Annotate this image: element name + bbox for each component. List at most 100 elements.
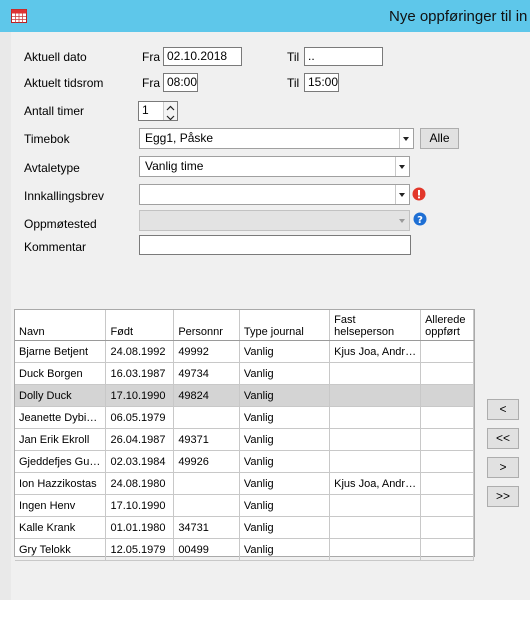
personnr-cell: 49371 (173, 428, 240, 451)
column-header-navn[interactable]: Navn (15, 310, 107, 341)
help-icon[interactable]: ? (413, 212, 427, 226)
table-row[interactable]: Gry Telokk 12.05.1979 00499 Vanlig (15, 538, 474, 561)
remove-one-button[interactable]: < (487, 399, 519, 420)
innkallingsbrev-label: Innkallingsbrev (24, 189, 105, 203)
table-header-row: Navn Født Personnr Type journal Fast hel… (15, 310, 474, 341)
table-row[interactable]: Gjeddefjes Gu… 02.03.1984 49926 Vanlig (15, 450, 474, 473)
tid-fra-input[interactable]: 08:00 (163, 73, 198, 92)
patient-table: Navn Født Personnr Type journal Fast hel… (15, 310, 474, 561)
aktuelt-tidsrom-label: Aktuelt tidsrom (24, 76, 104, 90)
fast-helseperson-cell (329, 428, 422, 451)
fast-helseperson-cell (329, 494, 422, 517)
navn-cell: Duck Borgen (15, 362, 107, 385)
alle-button[interactable]: Alle (420, 128, 459, 149)
warning-icon (412, 187, 426, 201)
calendar-icon (11, 9, 27, 23)
personnr-cell: 49992 (173, 340, 240, 363)
allerede-oppfort-cell (420, 406, 474, 429)
dato-til-input[interactable]: .. (304, 47, 383, 66)
personnr-cell: 49926 (173, 450, 240, 473)
allerede-oppfort-cell (420, 472, 474, 495)
table-row[interactable]: Bjarne Betjent 24.08.1992 49992 Vanlig Kjus … (15, 340, 474, 363)
tidsrom-til-label: Til (287, 76, 300, 90)
personnr-cell (173, 472, 240, 495)
table-row[interactable]: Jan Erik Ekroll 26.04.1987 49371 Vanlig (15, 428, 474, 451)
fodt-cell: 24.08.1980 (105, 472, 175, 495)
allerede-oppfort-cell (420, 384, 474, 407)
remove-all-button[interactable]: << (487, 428, 519, 449)
fast-helseperson-cell: Kjus Joa, Andr… (329, 340, 422, 363)
svg-text:?: ? (417, 215, 423, 226)
personnr-cell: 34731 (173, 516, 240, 539)
column-header-fodt[interactable]: Født (105, 310, 175, 341)
kommentar-label: Kommentar (24, 240, 87, 254)
table-row[interactable]: Duck Borgen 16.03.1987 49734 Vanlig (15, 362, 474, 385)
dropdown-arrow-icon (395, 211, 409, 230)
navn-cell: Bjarne Betjent (15, 340, 107, 363)
type-journal-cell: Vanlig (239, 340, 331, 363)
dato-til-label: Til (287, 50, 300, 64)
column-header-fast-helseperson[interactable]: Fast helseperson (329, 310, 422, 341)
timebok-label: Timebok (24, 132, 70, 146)
personnr-cell (173, 406, 240, 429)
fodt-cell: 02.03.1984 (105, 450, 175, 473)
allerede-oppfort-cell (420, 516, 474, 539)
fodt-cell: 26.04.1987 (105, 428, 175, 451)
personnr-cell: 00499 (173, 538, 240, 561)
navn-cell: Ion Hazzikostas (15, 472, 107, 495)
table-row[interactable]: Jeanette Dybi… 06.05.1979 Vanlig (15, 406, 474, 429)
patient-grid: Navn Født Personnr Type journal Fast hel… (14, 309, 475, 561)
title-bar: Nye oppføringer til in (0, 0, 530, 32)
navn-cell: Jeanette Dybi… (15, 406, 107, 429)
avtaletype-select[interactable]: Vanlig time (139, 156, 410, 177)
table-row[interactable]: Dolly Duck 17.10.1990 49824 Vanlig (15, 384, 474, 407)
navn-cell: Gjeddefjes Gu… (15, 450, 107, 473)
table-row[interactable]: Ion Hazzikostas 24.08.1980 Vanlig Kjus Joa,… (15, 472, 474, 495)
column-header-personnr[interactable]: Personnr (173, 310, 240, 341)
innkallingsbrev-select[interactable] (139, 184, 410, 205)
allerede-oppfort-cell (420, 340, 474, 363)
navn-cell: Dolly Duck (15, 384, 107, 407)
fodt-cell: 17.10.1990 (105, 384, 175, 407)
tid-til-input[interactable]: 15:00 (304, 73, 339, 92)
kommentar-input[interactable] (139, 235, 411, 255)
type-journal-cell: Vanlig (239, 472, 331, 495)
antall-timer-spinner[interactable]: 1 (138, 101, 178, 121)
column-header-allerede-oppfort[interactable]: Allerede oppført (420, 310, 474, 341)
personnr-cell: 49734 (173, 362, 240, 385)
fast-helseperson-cell: Kjus Joa, Andr… (329, 472, 422, 495)
allerede-oppfort-cell (420, 538, 474, 561)
navn-cell: Gry Telokk (15, 538, 107, 561)
antall-timer-label: Antall timer (24, 104, 85, 118)
fodt-cell: 12.05.1979 (105, 538, 175, 561)
navn-cell: Kalle Krank (15, 516, 107, 539)
oppmotested-select[interactable] (139, 210, 410, 231)
fodt-cell: 17.10.1990 (105, 494, 175, 517)
add-one-button[interactable]: > (487, 457, 519, 478)
allerede-oppfort-cell (420, 428, 474, 451)
dato-fra-input[interactable]: 02.10.2018 (163, 47, 242, 66)
type-journal-cell: Vanlig (239, 384, 331, 407)
table-row[interactable]: Ingen Henv 17.10.1990 Vanlig (15, 494, 474, 517)
column-header-type-journal[interactable]: Type journal (239, 310, 331, 341)
navn-cell: Jan Erik Ekroll (15, 428, 107, 451)
antall-timer-value: 1 (142, 103, 149, 117)
navn-cell: Ingen Henv (15, 494, 107, 517)
table-row[interactable]: Kalle Krank 01.01.1980 34731 Vanlig (15, 516, 474, 539)
tidsrom-fra-label: Fra (142, 76, 160, 90)
dropdown-arrow-icon (395, 157, 409, 176)
avtaletype-label: Avtaletype (24, 161, 80, 175)
personnr-cell: 49824 (173, 384, 240, 407)
allerede-oppfort-cell (420, 450, 474, 473)
type-journal-cell: Vanlig (239, 450, 331, 473)
oppmotested-label: Oppmøtested (24, 217, 97, 231)
fast-helseperson-cell (329, 516, 422, 539)
type-journal-cell: Vanlig (239, 428, 331, 451)
type-journal-cell: Vanlig (239, 516, 331, 539)
fast-helseperson-cell (329, 384, 422, 407)
spin-down-button[interactable] (163, 111, 177, 120)
add-all-button[interactable]: >> (487, 486, 519, 507)
dropdown-arrow-icon (395, 185, 409, 204)
timebok-select[interactable]: Egg1, Påske (139, 128, 414, 149)
dato-fra-label: Fra (142, 50, 160, 64)
